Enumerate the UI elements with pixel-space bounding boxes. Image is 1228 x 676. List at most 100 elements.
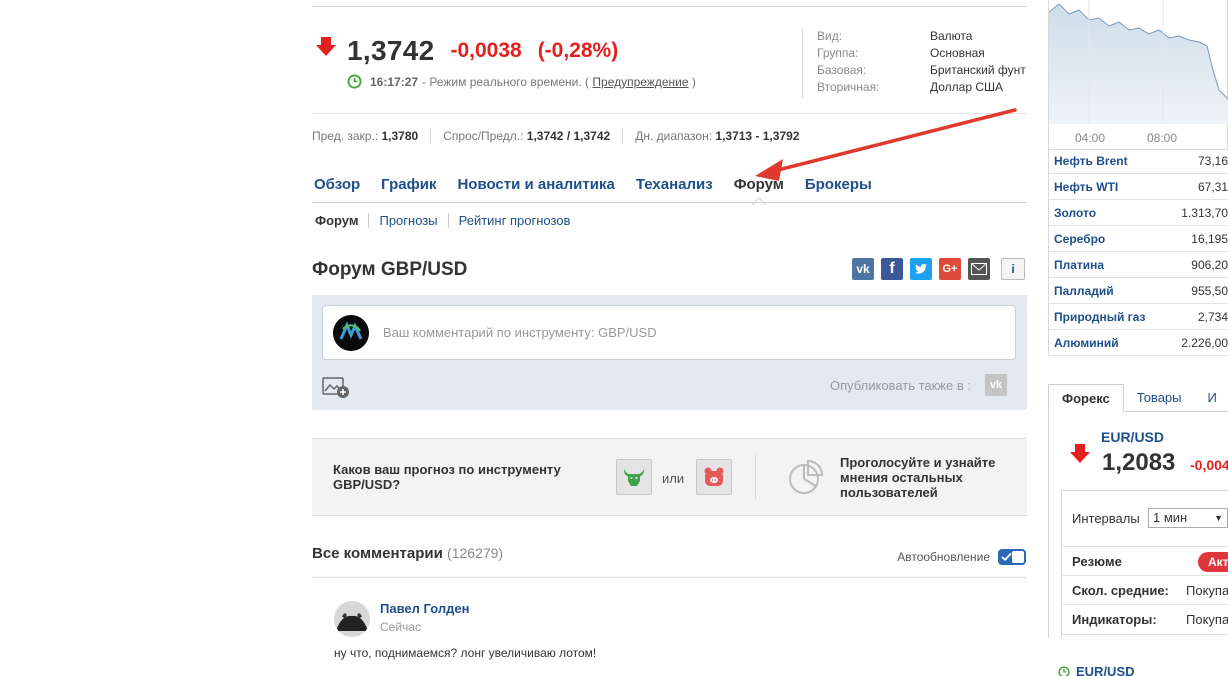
poll-separator <box>755 455 756 499</box>
tab-brokers[interactable]: Брокеры <box>805 176 872 193</box>
publish-also: Опубликовать также в : vk <box>830 374 1007 396</box>
paren-close: ) <box>691 74 696 89</box>
google-plus-share-icon[interactable]: G+ <box>939 258 961 280</box>
ma-row: Скол. средние: Покупа <box>1062 576 1228 605</box>
price-change-percent: (-0,28%) <box>537 39 619 62</box>
fx-price: 1,2083 <box>1102 449 1176 476</box>
status-badge: Акт <box>1198 552 1228 572</box>
bid-ask: Спрос/Предл.: 1,3742 / 1,3742 <box>443 129 624 143</box>
day-range: Дн. диапазон: 1,3713 - 1,3792 <box>635 129 800 143</box>
comment-composer: Ваш комментарий по инструменту: GBP/USD … <box>312 295 1027 410</box>
poll-vote-text: Проголосуйте и узнайте мнения остальных … <box>840 455 996 500</box>
bear-icon <box>704 467 724 486</box>
forex-panel: EUR/USD 1,2083 -0,004 Интервалы 1 мин ▼ Р… <box>1048 412 1228 638</box>
sidebar-tab-forex[interactable]: Форекс <box>1048 384 1124 412</box>
bull-vote-button[interactable] <box>616 459 652 495</box>
realtime-label: - Режим реального времени. ( <box>422 74 590 89</box>
main-content: 1,3742 -0,0038 (-0,28%) 16:17:27 - Режим… <box>312 0 1028 676</box>
comment-placeholder: Ваш комментарий по инструменту: GBP/USD <box>383 325 657 340</box>
email-share-icon[interactable] <box>968 258 990 280</box>
mini-chart: 04:00 08:00 <box>1048 0 1228 150</box>
clock-icon <box>347 74 362 89</box>
subtab-forecasts[interactable]: Прогнозы <box>379 213 449 228</box>
autoupdate-control: Автообновление <box>897 549 1026 565</box>
table-row[interactable]: Природный газ 2,734 <box>1049 304 1228 330</box>
tab-caret-icon <box>751 197 766 205</box>
quote-time-row: 16:17:27 - Режим реального времени. ( Пр… <box>347 74 696 89</box>
fx-bottom-link[interactable]: EUR/USD <box>1058 664 1135 676</box>
last-price: 1,3742 <box>347 35 435 66</box>
tab-technical[interactable]: Теханализ <box>636 176 713 193</box>
sub-tabs: Форум Прогнозы Рейтинг прогнозов <box>315 213 590 228</box>
top-divider <box>312 6 1027 7</box>
comment-author[interactable]: Павел Голден <box>380 601 469 616</box>
comment-text: ну что, поднимаемся? лонг увеличиваю лот… <box>334 646 597 660</box>
intervals-row: Интервалы 1 мин ▼ <box>1062 491 1228 547</box>
comment-time: Сейчас <box>380 620 421 634</box>
comments-divider <box>312 577 1027 578</box>
sidebar-tab-commodities[interactable]: Товары <box>1124 384 1195 411</box>
fx-change: -0,004 <box>1190 457 1228 473</box>
stats-divider <box>312 113 1027 114</box>
share-buttons: vk f G+ i <box>852 258 1025 280</box>
comment-count: (126279) <box>447 545 504 561</box>
autoupdate-toggle[interactable] <box>998 549 1026 565</box>
twitter-share-icon[interactable] <box>910 258 932 280</box>
all-comments-heading: Все комментарии (126279) <box>312 545 504 562</box>
pie-chart-icon <box>789 459 824 494</box>
comment-input[interactable]: Ваш комментарий по инструменту: GBP/USD <box>322 305 1016 360</box>
down-arrow-icon <box>316 37 336 56</box>
subtab-forum[interactable]: Форум <box>315 213 370 228</box>
avatar[interactable] <box>334 601 370 637</box>
warning-link[interactable]: Предупреждение <box>592 75 688 89</box>
commodities-table: Нефть Brent 73,16 Нефть WTI 67,31 Золото 1.… <box>1048 148 1228 356</box>
indicators-row: Индикаторы: Покупа <box>1062 605 1228 635</box>
price-change: -0,0038 <box>450 39 522 62</box>
table-row[interactable]: Серебро 16,195 <box>1049 226 1228 252</box>
summary-row: Резюме Акт <box>1062 547 1228 576</box>
info-row: Базовая: Британский фунт <box>817 63 1026 77</box>
main-tabs: Обзор График Новости и аналитика Теханал… <box>314 176 893 205</box>
fx-pair-link[interactable]: EUR/USD <box>1101 429 1164 445</box>
table-row[interactable]: Золото 1.313,70 <box>1049 200 1228 226</box>
table-row[interactable]: Платина 906,20 <box>1049 252 1228 278</box>
mini-chart-line <box>1049 0 1228 124</box>
poll-or: или <box>662 471 685 486</box>
tab-overview[interactable]: Обзор <box>314 176 360 193</box>
facebook-share-icon[interactable]: f <box>881 258 903 280</box>
vk-share-icon[interactable]: vk <box>852 258 874 280</box>
table-row[interactable]: Нефть WTI 67,31 <box>1049 174 1228 200</box>
table-row[interactable]: Нефть Brent 73,16 <box>1049 148 1228 174</box>
subtab-forecast-rating[interactable]: Рейтинг прогнозов <box>459 213 581 228</box>
tab-forum[interactable]: Форум <box>734 176 784 205</box>
prev-close: Пред. закр.: 1,3780 <box>312 129 432 143</box>
chart-time-label: 08:00 <box>1147 131 1178 145</box>
quote-time: 16:17:27 <box>370 74 419 89</box>
table-row[interactable]: Палладий 955,50 <box>1049 278 1228 304</box>
tab-news[interactable]: Новости и аналитика <box>457 176 614 193</box>
info-row: Вид: Валюта <box>817 29 973 43</box>
sidebar-tabs: Форекс Товары И <box>1048 384 1228 412</box>
sidebar-tab-more[interactable]: И <box>1195 384 1228 411</box>
info-row: Группа: Основная <box>817 46 985 60</box>
tab-chart[interactable]: График <box>381 176 436 193</box>
tabs-divider <box>312 202 1027 203</box>
table-row[interactable]: Алюминий 2.226,00 <box>1049 330 1228 356</box>
chart-time-label: 04:00 <box>1075 131 1106 145</box>
clock-icon <box>1058 665 1070 676</box>
forecast-poll: Каков ваш прогноз по инструменту GBP/USD… <box>312 438 1027 516</box>
info-row: Вторичная: Доллар США <box>817 80 1004 94</box>
avatar <box>333 314 369 351</box>
poll-question: Каков ваш прогноз по инструменту GBP/USD… <box>333 462 561 492</box>
bear-vote-button[interactable] <box>696 459 732 495</box>
vk-publish-icon[interactable]: vk <box>985 374 1007 396</box>
page: 1,3742 -0,0038 (-0,28%) 16:17:27 - Режим… <box>0 0 1228 676</box>
quote-stats: Пред. закр.: 1,3780 Спрос/Предл.: 1,3742… <box>312 129 823 143</box>
bull-icon <box>624 469 644 486</box>
image-upload-icon[interactable] <box>322 375 350 399</box>
info-icon[interactable]: i <box>1001 258 1025 280</box>
interval-select[interactable]: 1 мин ▼ <box>1148 508 1228 528</box>
quote-header: 1,3742 -0,0038 (-0,28%) <box>315 34 634 68</box>
down-arrow-icon <box>1070 444 1090 463</box>
page-title: Форум GBP/USD <box>312 259 468 280</box>
